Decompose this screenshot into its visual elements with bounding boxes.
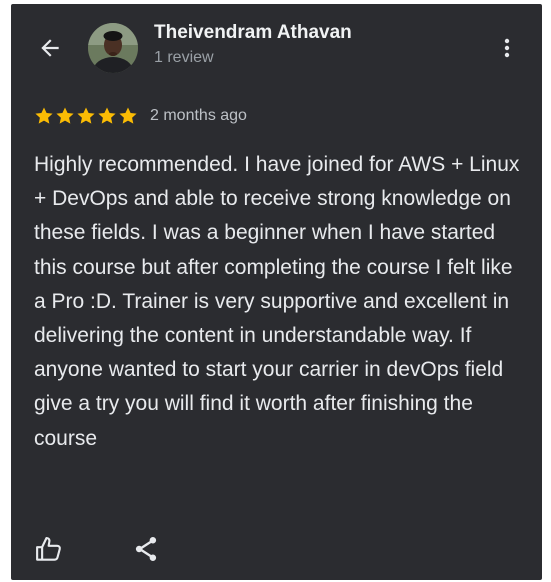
reviewer-name[interactable]: Theivendram Athavan (154, 22, 352, 44)
star-icon (119, 107, 137, 124)
more-vert-icon (504, 38, 510, 58)
like-button[interactable] (34, 534, 66, 566)
rating-row: 2 months ago (34, 104, 247, 128)
more-options-button[interactable] (491, 32, 523, 64)
share-button[interactable] (131, 534, 163, 566)
star-icon (98, 107, 116, 124)
avatar[interactable] (88, 23, 138, 73)
back-button[interactable] (34, 32, 66, 64)
reviewer-photo (88, 23, 138, 73)
star-rating (34, 106, 138, 126)
review-date: 2 months ago (150, 107, 247, 124)
arrow-back-icon (41, 39, 59, 57)
share-icon (135, 537, 157, 561)
thumb-up-icon (36, 536, 61, 561)
star-icon (35, 107, 53, 124)
review-count: 1 review (154, 49, 214, 66)
review-card: Theivendram Athavan 1 review 2 months ag… (11, 4, 542, 580)
star-icon (77, 107, 95, 124)
star-icon (56, 107, 74, 124)
review-text: Highly recommended. I have joined for AW… (34, 153, 520, 450)
